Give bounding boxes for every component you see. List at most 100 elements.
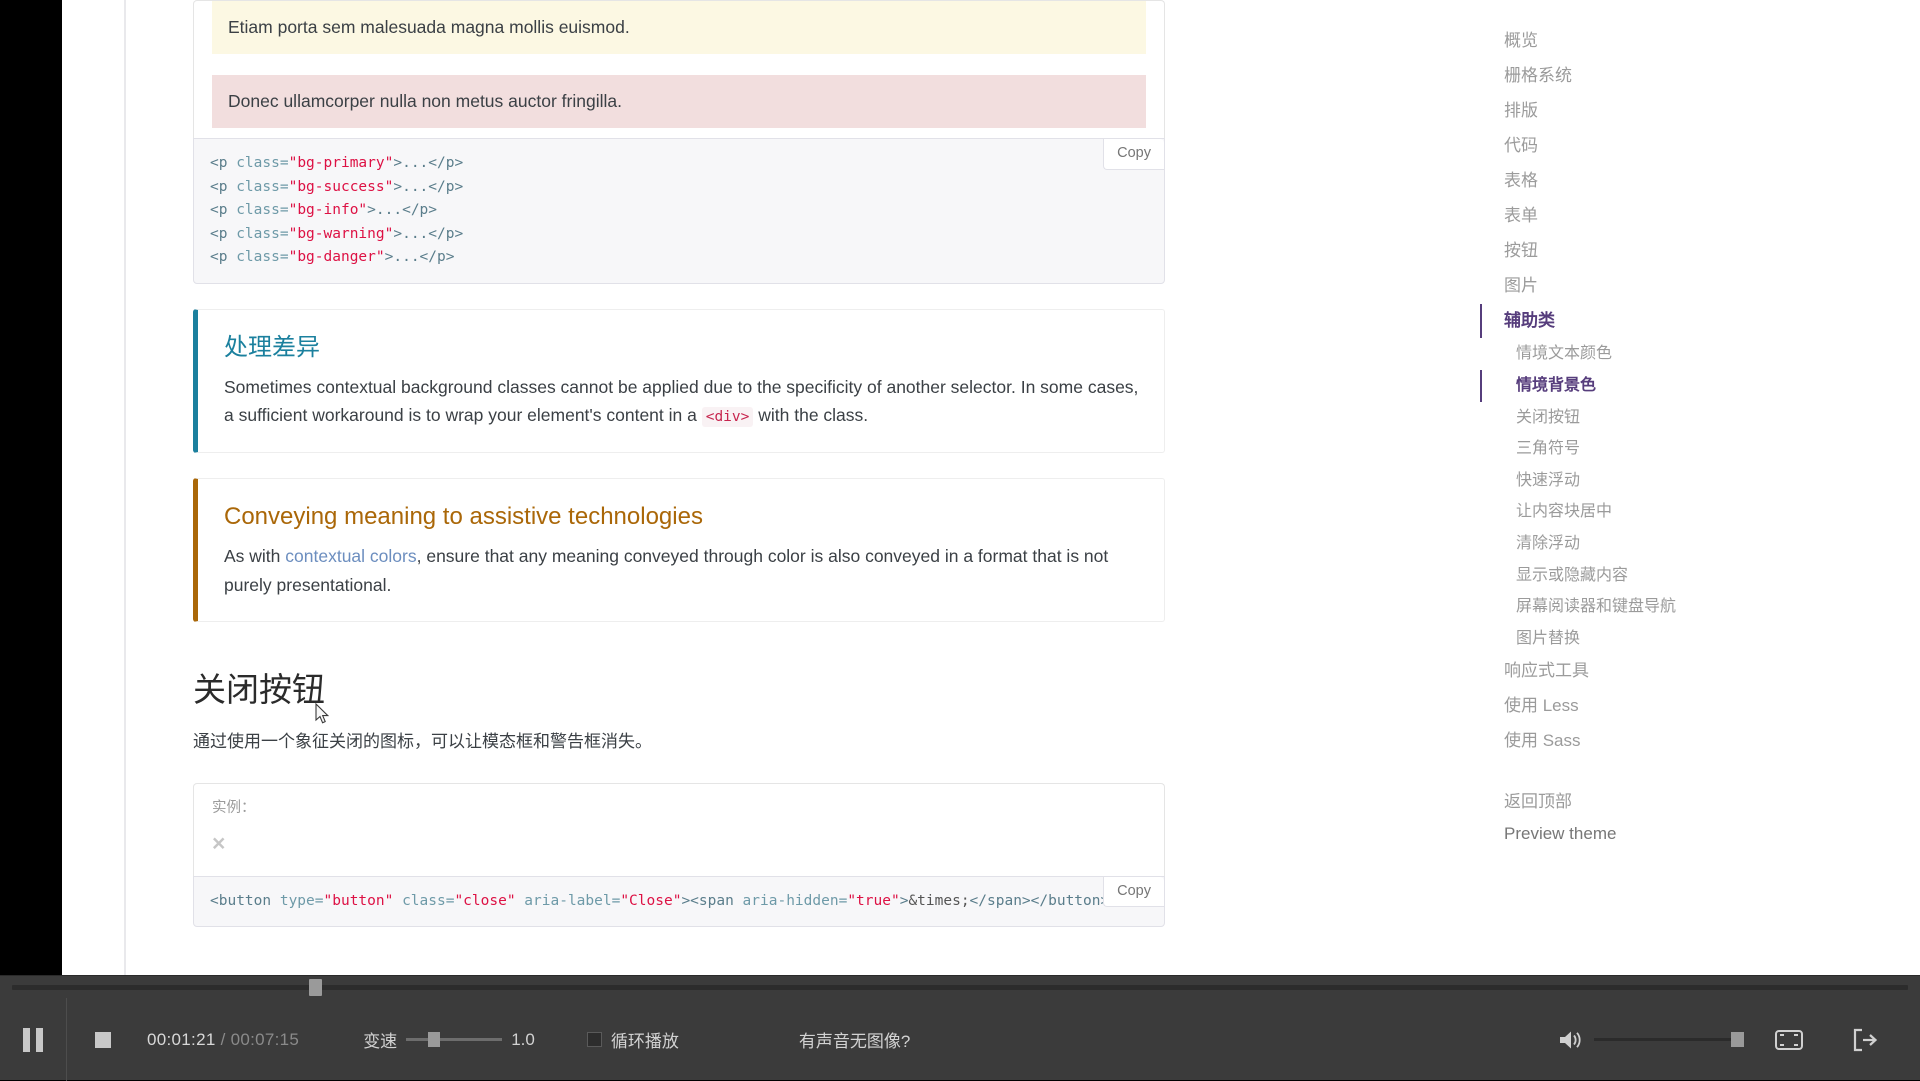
sidebar-item-label[interactable]: 让内容块居中	[1480, 496, 1782, 528]
example-label: 实例：	[212, 796, 256, 817]
code-token: &times;	[908, 893, 969, 909]
sidebar-item-label[interactable]: 响应式工具	[1480, 654, 1782, 689]
code-token: "bg-success"	[289, 179, 394, 195]
fullscreen-button[interactable]	[1754, 1028, 1824, 1052]
sidebar-item-label[interactable]: 栅格系统	[1480, 59, 1782, 94]
stop-button[interactable]	[67, 1030, 139, 1050]
code-token: "Close"	[620, 893, 681, 909]
pause-button[interactable]	[0, 1025, 66, 1055]
sidebar-item-label[interactable]: 使用 Less	[1480, 689, 1782, 724]
fullscreen-icon	[1774, 1028, 1804, 1052]
sidebar-item-label[interactable]: 图片	[1480, 269, 1782, 304]
page-left-edge	[124, 0, 126, 975]
documentation-column: Etiam porta sem malesuada magna mollis e…	[193, 0, 1165, 927]
callout-dealing-with-specificity: 处理差异 Sometimes contextual background cla…	[193, 309, 1165, 453]
sidebar-item-main[interactable]: 代码	[1482, 129, 1782, 164]
contextual-background-example: Etiam porta sem malesuada magna mollis e…	[193, 0, 1165, 138]
callout-text-1: As with	[224, 546, 285, 566]
sidebar-item-main[interactable]: 辅助类情境文本颜色情境背景色关闭按钮三角符号快速浮动让内容块居中清除浮动显示或隐…	[1482, 304, 1782, 655]
sidebar-item-label[interactable]: 概览	[1480, 24, 1782, 59]
callout-text-1: Sometimes contextual background classes …	[224, 377, 1138, 425]
code-token: "button"	[324, 893, 394, 909]
sidebar-item-label[interactable]: 显示或隐藏内容	[1480, 560, 1782, 592]
sidebar-item-label[interactable]: 清除浮动	[1480, 528, 1782, 560]
code-token: "bg-danger"	[289, 249, 385, 265]
sidebar-item-label[interactable]: 快速浮动	[1480, 465, 1782, 497]
section-description: 通过使用一个象征关闭的图标，可以让模态框和警告框消失。	[193, 728, 1165, 755]
sidebar-item-main[interactable]: 栅格系统	[1482, 59, 1782, 94]
sidebar-item-main[interactable]: 使用 Sass	[1482, 724, 1782, 759]
seek-bar-row	[0, 976, 1920, 998]
code-token: type=	[280, 893, 324, 909]
code-token: "bg-info"	[289, 202, 368, 218]
sidebar-item-main[interactable]: 表格	[1482, 164, 1782, 199]
code-content: <p class="bg-primary">...</p> <p class="…	[210, 155, 463, 265]
sidebar-item-main[interactable]: 响应式工具	[1482, 654, 1782, 689]
volume-icon[interactable]	[1558, 1028, 1584, 1052]
speed-slider-handle[interactable]	[428, 1032, 440, 1047]
copy-button[interactable]: Copy	[1103, 877, 1164, 908]
sidebar-item-sub[interactable]: 情境背景色	[1482, 370, 1782, 402]
contextual-colors-link[interactable]: contextual colors	[285, 546, 416, 566]
sidebar-item-sub[interactable]: 让内容块居中	[1482, 496, 1782, 528]
sidebar-item-sub[interactable]: 显示或隐藏内容	[1482, 560, 1782, 592]
sidebar-item-main[interactable]: 使用 Less	[1482, 689, 1782, 724]
pause-icon	[20, 1025, 46, 1055]
sidebar-item-sub[interactable]: 图片替换	[1482, 623, 1782, 655]
sidebar-item-label[interactable]: 表单	[1480, 199, 1782, 234]
code-token: >...</p>	[385, 249, 455, 265]
sidebar-item-label[interactable]: 按钮	[1480, 234, 1782, 269]
sidebar-item-label[interactable]: 图片替换	[1480, 623, 1782, 655]
stop-icon	[93, 1030, 113, 1050]
back-to-top-link[interactable]: 返回顶部	[1482, 781, 1782, 818]
sidebar-item-main[interactable]: 表单	[1482, 199, 1782, 234]
code-token: >...</p>	[367, 202, 437, 218]
sidebar-item-label[interactable]: 代码	[1480, 129, 1782, 164]
volume-slider[interactable]	[1594, 1038, 1744, 1041]
code-token: "bg-warning"	[289, 226, 394, 242]
sidebar-item-sub[interactable]: 屏幕阅读器和键盘导航	[1482, 591, 1782, 623]
video-frame: Etiam porta sem malesuada magna mollis e…	[0, 0, 1920, 975]
sidebar-nav-list: 概览栅格系统排版代码表格表单按钮图片辅助类情境文本颜色情境背景色关闭按钮三角符号…	[1482, 24, 1782, 759]
code-token: aria-label=	[516, 893, 621, 909]
callout-conveying-meaning: Conveying meaning to assistive technolog…	[193, 478, 1165, 622]
time-display: 00:01:21 / 00:07:15	[147, 1030, 299, 1050]
code-token: aria-hidden=	[743, 893, 848, 909]
volume-slider-handle[interactable]	[1731, 1032, 1744, 1047]
sidebar-item-sub[interactable]: 三角符号	[1482, 433, 1782, 465]
speed-label: 变速	[363, 1027, 397, 1052]
sidebar-item-sub[interactable]: 关闭按钮	[1482, 402, 1782, 434]
copy-button[interactable]: Copy	[1103, 139, 1164, 170]
sidebar-item-label[interactable]: 排版	[1480, 94, 1782, 129]
code-token: >...</p>	[393, 226, 463, 242]
audio-no-video-link[interactable]: 有声音无图像?	[799, 1027, 910, 1052]
exit-button[interactable]	[1824, 1027, 1906, 1053]
code-token: <p	[210, 202, 236, 218]
callout-title: Conveying meaning to assistive technolog…	[224, 501, 1142, 533]
preview-theme-link[interactable]: Preview theme	[1482, 818, 1782, 850]
sidebar-item-main[interactable]: 图片	[1482, 269, 1782, 304]
sidebar-item-label[interactable]: 情境文本颜色	[1480, 338, 1782, 370]
seek-bar[interactable]	[12, 985, 1908, 990]
sidebar-item-main[interactable]: 概览	[1482, 24, 1782, 59]
sidebar-item-label[interactable]: 关闭按钮	[1480, 402, 1782, 434]
sidebar-item-sub[interactable]: 情境文本颜色	[1482, 338, 1782, 370]
sidebar-item-label[interactable]: 辅助类	[1480, 304, 1782, 339]
inline-code-div: <div>	[702, 407, 754, 427]
callout-title: 处理差异	[224, 332, 1142, 364]
sidebar-item-sub[interactable]: 快速浮动	[1482, 465, 1782, 497]
sidebar-item-label[interactable]: 表格	[1480, 164, 1782, 199]
sidebar-item-label[interactable]: 使用 Sass	[1480, 724, 1782, 759]
sidebar-item-label[interactable]: 三角符号	[1480, 433, 1782, 465]
sidebar-item-label[interactable]: 情境背景色	[1480, 370, 1782, 402]
sidebar-item-main[interactable]: 排版	[1482, 94, 1782, 129]
loop-toggle[interactable]: 循环播放	[587, 1027, 679, 1052]
loop-checkbox[interactable]	[587, 1032, 602, 1047]
code-token: <p	[210, 226, 236, 242]
seek-handle[interactable]	[309, 979, 322, 996]
close-icon[interactable]: ×	[212, 830, 225, 856]
sidebar-item-label[interactable]: 屏幕阅读器和键盘导航	[1480, 591, 1782, 623]
speed-slider[interactable]	[406, 1038, 502, 1041]
sidebar-item-sub[interactable]: 清除浮动	[1482, 528, 1782, 560]
sidebar-item-main[interactable]: 按钮	[1482, 234, 1782, 269]
